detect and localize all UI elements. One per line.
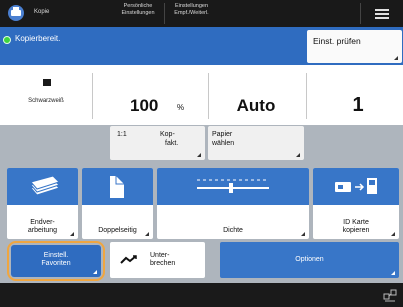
- copy-ratio-line2: fakt.: [165, 140, 179, 147]
- favorite-settings-button[interactable]: Einstell. Favoriten: [7, 241, 105, 281]
- corner-arrow-icon: [391, 271, 395, 275]
- density-button[interactable]: Dichte: [157, 168, 309, 239]
- id-card-copy-button[interactable]: ID Karte kopieren: [313, 168, 399, 239]
- current-settings-bar: Schwarzweiß 100 % Auto 1: [0, 65, 403, 125]
- select-paper-line2: wählen: [212, 140, 235, 147]
- check-settings-label: Einst. prüfen: [313, 36, 361, 46]
- id-card-label-line1: ID Karte: [343, 219, 369, 226]
- corner-arrow-icon: [145, 232, 149, 236]
- finishing-button[interactable]: Endver- arbeitung: [7, 168, 78, 239]
- copies-count: 1: [352, 94, 364, 116]
- copy-ratio-button[interactable]: 1:1 Kop- fakt.: [110, 126, 205, 160]
- color-mode-value: Schwarzweiß: [28, 98, 64, 104]
- favorite-label-line1: Einstell.: [43, 252, 69, 259]
- corner-arrow-icon: [93, 270, 97, 274]
- bottom-row: Einstell. Favoriten Unter- brechen Optio…: [0, 239, 403, 283]
- status-bar: Kopierbereit. Einst. prüfen: [0, 27, 403, 65]
- options-button[interactable]: Optionen: [220, 242, 399, 278]
- favorite-label-line2: Favoriten: [41, 260, 71, 267]
- id-card-copy-icon: [335, 178, 377, 194]
- finishing-label-line2: arbeitung: [27, 227, 58, 234]
- footer-bar: [0, 283, 403, 307]
- zoom-unit: %: [177, 103, 185, 112]
- ratio-paper-row: 1:1 Kop- fakt. Papier wählen: [0, 125, 403, 165]
- network-status-icon[interactable]: [382, 287, 398, 303]
- finishing-label-line1: Endver-: [30, 219, 55, 226]
- finishing-icon: [30, 175, 60, 196]
- options-label: Optionen: [295, 256, 324, 263]
- id-card-label-line2: kopieren: [342, 227, 370, 234]
- interrupt-label-line1: Unter-: [150, 252, 170, 259]
- copy-app-icon: [8, 5, 24, 21]
- two-sided-button[interactable]: Doppelseitig: [82, 168, 153, 239]
- corner-arrow-icon: [391, 232, 395, 236]
- select-paper-button[interactable]: Papier wählen: [208, 126, 304, 160]
- color-mode-icon: [43, 79, 51, 86]
- corner-arrow-icon: [296, 153, 300, 157]
- ratio-label: 1:1: [117, 131, 127, 138]
- status-message: Kopierbereit.: [15, 34, 61, 43]
- ready-status-icon: [3, 36, 11, 44]
- interrupt-button[interactable]: Unter- brechen: [110, 242, 205, 278]
- interrupt-icon: [120, 255, 137, 264]
- corner-arrow-icon: [197, 153, 201, 157]
- two-sided-icon: [110, 176, 124, 198]
- menu-icon: [375, 9, 389, 11]
- zoom-value: 100: [130, 96, 159, 115]
- paper-value: Auto: [236, 96, 276, 115]
- two-sided-label: Doppelseitig: [98, 227, 137, 234]
- top-bar: Kopie Persönliche Einstellungen Einstell…: [0, 0, 403, 27]
- function-tiles: Endver- arbeitung Doppelseitig Dichte ID…: [0, 165, 403, 239]
- copy-ratio-line1: Kop-: [160, 131, 175, 138]
- app-label: Kopie: [34, 9, 50, 15]
- density-slider-icon: [197, 179, 269, 193]
- corner-arrow-icon: [70, 232, 74, 236]
- density-label: Dichte: [223, 227, 243, 234]
- corner-arrow-icon: [301, 232, 305, 236]
- select-paper-line1: Papier: [212, 131, 233, 138]
- corner-arrow-icon: [394, 56, 398, 60]
- interrupt-label-line2: brechen: [150, 260, 176, 267]
- personal-settings-button[interactable]: Persönliche Einstellungen: [114, 3, 162, 24]
- menu-button[interactable]: [360, 3, 402, 24]
- receiver-settings-button[interactable]: Einstellungen Empf./Weiterl.: [164, 3, 218, 24]
- check-settings-button[interactable]: Einst. prüfen: [307, 30, 402, 63]
